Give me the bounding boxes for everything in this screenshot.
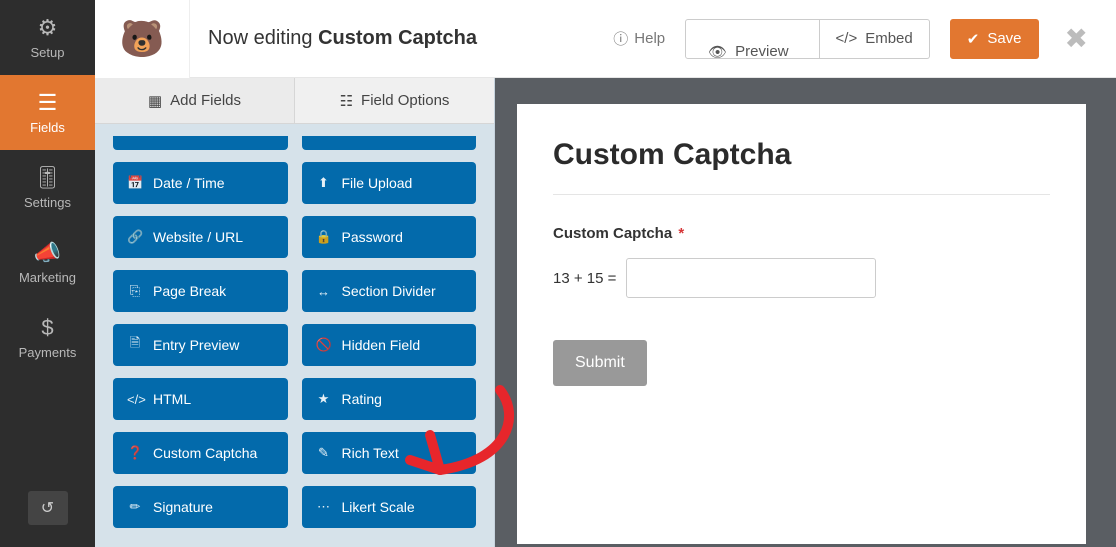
field-stub — [113, 136, 288, 150]
bear-logo-icon: 🐻 — [120, 18, 165, 60]
help-label: Help — [634, 30, 665, 47]
field-label-text: Custom Captcha — [553, 225, 672, 242]
nav-settings[interactable]: 🎚 Settings — [0, 150, 95, 225]
nav-setup-label: Setup — [31, 45, 65, 60]
field-label: File Upload — [342, 175, 413, 191]
field-label: Date / Time — [153, 175, 225, 191]
field-website-url[interactable]: 🔗 Website / URL — [113, 216, 288, 258]
tab-field-options[interactable]: ☷ Field Options — [295, 78, 494, 123]
nav-fields[interactable]: ☰ Fields — [0, 75, 95, 150]
editing-form-name: Custom Captcha — [318, 27, 477, 49]
tab-add-fields-label: Add Fields — [170, 92, 241, 109]
app-logo: 🐻 — [95, 0, 190, 78]
nav-fields-label: Fields — [30, 120, 65, 135]
question-icon: ❓ — [127, 445, 143, 461]
help-link[interactable]: ⓘ Help — [613, 28, 665, 49]
field-label: Password — [342, 229, 403, 245]
required-mark: * — [678, 225, 684, 242]
dollar-icon: $ — [41, 315, 53, 341]
link-icon: 🔗 — [127, 229, 143, 245]
field-label: Entry Preview — [153, 337, 239, 353]
sliders-icon: 🎚 — [34, 165, 62, 191]
captcha-field-label: Custom Captcha * — [553, 225, 1050, 242]
history-button[interactable]: ↺ — [28, 491, 68, 525]
nav-payments[interactable]: $ Payments — [0, 300, 95, 375]
tab-field-options-label: Field Options — [361, 92, 449, 109]
form-title: Custom Captcha — [553, 138, 1050, 195]
field-stub — [302, 136, 477, 150]
field-page-break[interactable]: ⎘ Page Break — [113, 270, 288, 312]
field-likert[interactable]: ⋯ Likert Scale — [302, 486, 477, 528]
list-icon: ☰ — [38, 90, 58, 116]
help-icon: ⓘ — [613, 28, 628, 49]
form-preview-area: Custom Captcha Custom Captcha * 13 + 15 … — [495, 78, 1116, 547]
field-label: Rating — [342, 391, 382, 407]
field-label: Hidden Field — [342, 337, 421, 353]
field-custom-captcha[interactable]: ❓ Custom Captcha — [113, 432, 288, 474]
nav-setup[interactable]: ⚙ Setup — [0, 0, 95, 75]
form-card: Custom Captcha Custom Captcha * 13 + 15 … — [517, 104, 1086, 544]
edit-icon: ✎ — [316, 445, 332, 461]
field-label: Website / URL — [153, 229, 243, 245]
plus-panel-icon: ▦ — [148, 92, 162, 110]
history-icon: ↺ — [41, 498, 54, 518]
grid-icon: ⋯ — [316, 499, 332, 515]
field-file-upload[interactable]: ⬆ File Upload — [302, 162, 477, 204]
editing-prefix: Now editing — [208, 27, 318, 49]
upload-icon: ⬆ — [316, 175, 332, 191]
embed-button[interactable]: </> Embed — [820, 19, 930, 59]
field-rich-text[interactable]: ✎ Rich Text — [302, 432, 477, 474]
field-label: Section Divider — [342, 283, 436, 299]
close-icon: ✖ — [1065, 23, 1088, 54]
nav-marketing[interactable]: 📣 Marketing — [0, 225, 95, 300]
field-label: Page Break — [153, 283, 226, 299]
document-icon: 🗎 — [127, 334, 143, 356]
code-icon: </> — [836, 30, 858, 47]
check-icon: ✔ — [967, 30, 980, 48]
field-section-divider[interactable]: ↔ Section Divider — [302, 270, 477, 312]
submit-label: Submit — [575, 354, 625, 371]
nav-marketing-label: Marketing — [19, 270, 76, 285]
topbar: 🐻 Now editing Custom Captcha ⓘ Help 👁 Pr… — [95, 0, 1116, 78]
field-label: Likert Scale — [342, 499, 415, 515]
page-break-icon: ⎘ — [127, 283, 143, 299]
eye-icon: 👁 — [708, 43, 727, 61]
save-button[interactable]: ✔ Save — [950, 19, 1039, 59]
preview-label: Preview — [735, 43, 788, 60]
preview-button[interactable]: 👁 Preview — [685, 19, 819, 59]
field-label: Rich Text — [342, 445, 399, 461]
close-button[interactable]: ✖ — [1057, 22, 1096, 55]
divider-icon: ↔ — [316, 284, 332, 299]
field-label: HTML — [153, 391, 191, 407]
save-label: Save — [987, 30, 1021, 47]
captcha-question: 13 + 15 = — [553, 270, 616, 287]
sliders-small-icon: ☷ — [340, 92, 353, 110]
field-signature[interactable]: ✏ Signature — [113, 486, 288, 528]
bullhorn-icon: 📣 — [34, 240, 61, 266]
code-icon: </> — [127, 392, 143, 407]
field-label: Custom Captcha — [153, 445, 257, 461]
field-label: Signature — [153, 499, 213, 515]
field-date-time[interactable]: 📅 Date / Time — [113, 162, 288, 204]
pencil-icon: ✏ — [127, 499, 143, 515]
field-password[interactable]: 🔒 Password — [302, 216, 477, 258]
captcha-input[interactable] — [626, 258, 876, 298]
gear-icon: ⚙ — [38, 15, 58, 41]
eye-slash-icon: 🚫 — [316, 337, 332, 353]
nav-settings-label: Settings — [24, 195, 71, 210]
field-rating[interactable]: ★ Rating — [302, 378, 477, 420]
field-html[interactable]: </> HTML — [113, 378, 288, 420]
field-hidden[interactable]: 🚫 Hidden Field — [302, 324, 477, 366]
tab-add-fields[interactable]: ▦ Add Fields — [95, 78, 295, 123]
nav-payments-label: Payments — [19, 345, 77, 360]
submit-button[interactable]: Submit — [553, 340, 647, 386]
calendar-icon: 📅 — [127, 175, 143, 191]
page-title: Now editing Custom Captcha — [208, 27, 477, 50]
embed-label: Embed — [865, 30, 913, 47]
field-entry-preview[interactable]: 🗎 Entry Preview — [113, 324, 288, 366]
lock-icon: 🔒 — [316, 229, 332, 245]
star-icon: ★ — [316, 391, 332, 407]
fields-sidebar: ▦ Add Fields ☷ Field Options 📅 Date / Tim… — [95, 78, 495, 547]
